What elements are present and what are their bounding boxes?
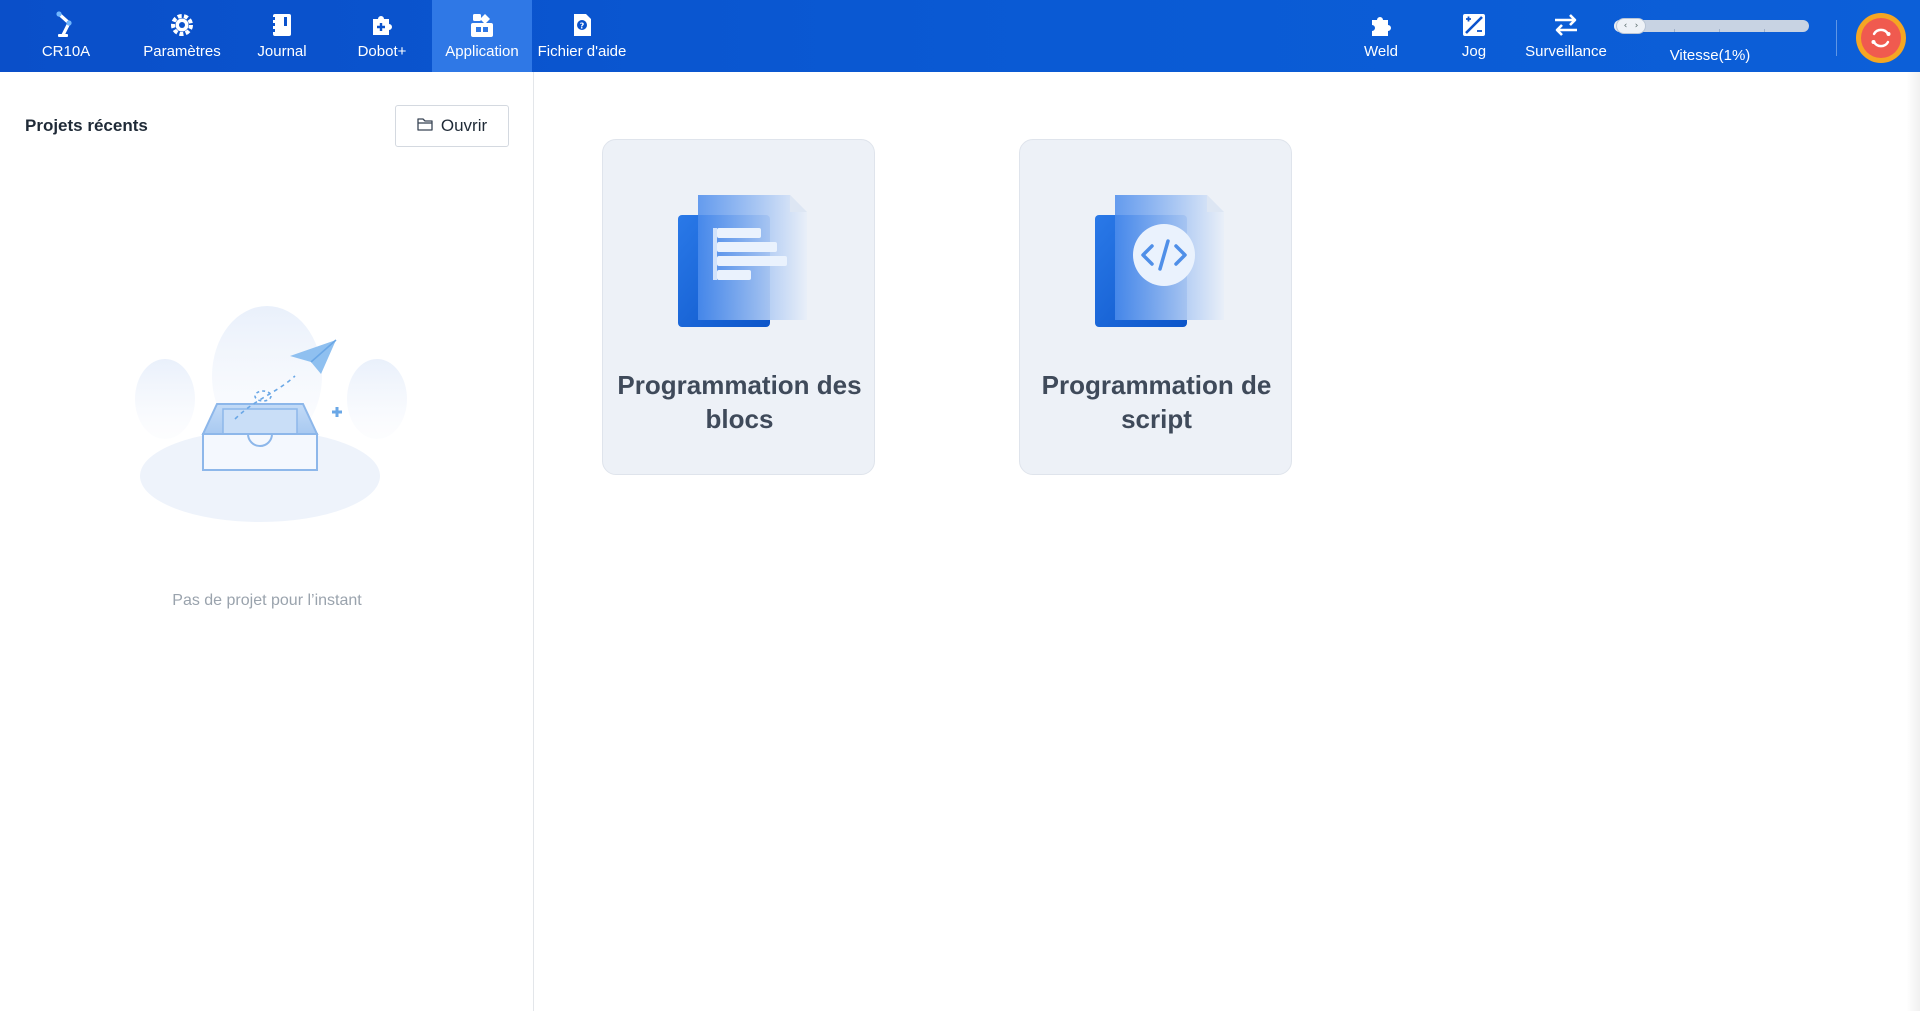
code-document-icon — [1090, 185, 1225, 330]
folder-icon — [417, 116, 433, 136]
main-nav: CR10A Paramètres Journal Dobot+ Applicat… — [0, 0, 632, 72]
top-navigation-bar: CR10A Paramètres Journal Dobot+ Applicat… — [0, 0, 1920, 72]
card-title: Programmation des blocs — [617, 370, 862, 434]
robot-arm-icon — [52, 11, 80, 39]
nav-label: Surveillance — [1525, 43, 1607, 60]
empty-inbox-illustration — [125, 304, 415, 534]
swap-arrows-icon — [1552, 11, 1580, 39]
nav-label: Journal — [257, 43, 307, 60]
apps-icon — [468, 11, 496, 39]
panel-title: Projets récents — [25, 116, 148, 135]
nav-item-surveillance[interactable]: Surveillance — [1520, 0, 1612, 72]
help-file-icon: ? — [568, 11, 596, 39]
puzzle-plus-icon — [368, 11, 396, 39]
script-programming-card[interactable]: Programmation de script — [1019, 139, 1292, 475]
nav-label: Paramètres — [143, 43, 221, 60]
nav-item-cr10a[interactable]: CR10A — [0, 0, 132, 72]
nav-item-jog[interactable]: Jog — [1428, 0, 1520, 72]
notebook-icon — [268, 11, 296, 39]
nav-item-weld[interactable]: Weld — [1335, 0, 1427, 72]
open-button-label: Ouvrir — [440, 116, 488, 135]
divider — [1836, 20, 1837, 56]
recent-projects-panel: Projets récents Ouvrir Pas de projet pou… — [0, 72, 534, 1011]
nav-label: Weld — [1364, 43, 1398, 60]
speed-control: ‹ › Vitesse(1%) — [1610, 0, 1810, 72]
page-edge-shadow — [1906, 72, 1920, 1011]
nav-item-help-file[interactable]: ? Fichier d'aide — [532, 0, 632, 72]
block-programming-card[interactable]: Programmation des blocs — [602, 139, 875, 475]
svg-text:?: ? — [580, 22, 585, 31]
speed-slider[interactable]: ‹ › — [1614, 18, 1809, 34]
block-document-icon — [673, 185, 808, 330]
nav-label: Application — [445, 43, 519, 60]
jog-pad-icon — [1460, 11, 1488, 39]
speed-slider-thumb[interactable]: ‹ › — [1616, 18, 1646, 34]
nav-item-journal[interactable]: Journal — [232, 0, 332, 72]
power-sync-icon — [1861, 18, 1901, 58]
speed-label: Vitesse(1%) — [1669, 47, 1751, 64]
nav-item-application[interactable]: Application — [432, 0, 532, 72]
nav-item-dobot-plus[interactable]: Dobot+ — [332, 0, 432, 72]
gear-icon — [168, 11, 196, 39]
nav-item-parametres[interactable]: Paramètres — [132, 0, 232, 72]
card-title: Programmation de script — [1041, 370, 1272, 434]
nav-label: Dobot+ — [357, 43, 407, 60]
open-project-button[interactable]: Ouvrir — [395, 105, 509, 147]
nav-label: Fichier d'aide — [537, 43, 627, 60]
puzzle-icon — [1367, 11, 1395, 39]
user-avatar[interactable] — [1856, 13, 1906, 63]
empty-state-text: Pas de projet pour l’instant — [172, 592, 362, 609]
nav-label: Jog — [1461, 43, 1487, 60]
nav-label: CR10A — [41, 43, 91, 60]
